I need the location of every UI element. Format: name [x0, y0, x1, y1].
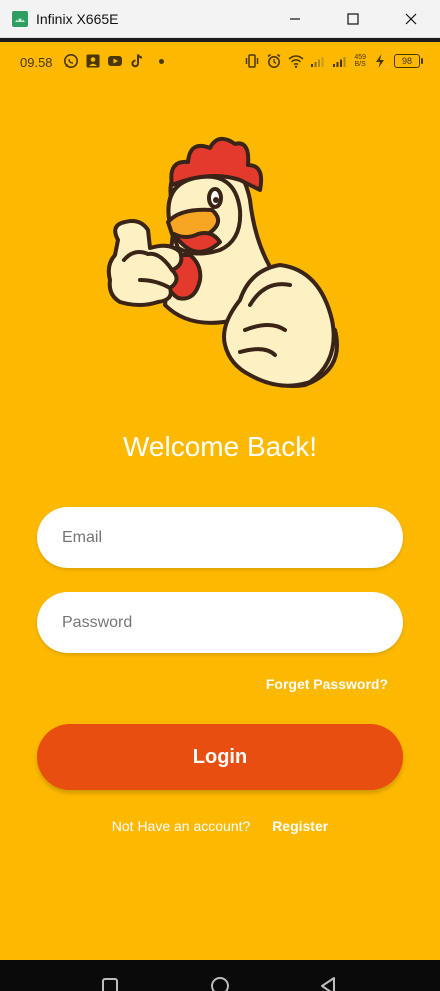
chicken-mascot-image	[106, 136, 339, 388]
maximize-button[interactable]	[324, 0, 382, 38]
youtube-icon	[108, 56, 122, 66]
close-icon	[405, 13, 417, 25]
back-icon[interactable]	[318, 976, 338, 991]
navigation-bar	[0, 960, 440, 991]
status-time: 09.58	[20, 55, 53, 70]
forget-password-link[interactable]: Forget Password?	[266, 676, 388, 692]
register-prompt: Not Have an account? Register	[0, 818, 440, 834]
minimize-icon	[290, 18, 300, 20]
welcome-heading: Welcome Back!	[123, 431, 317, 462]
minimize-button[interactable]	[266, 0, 324, 38]
login-button[interactable]: Login	[37, 724, 403, 790]
wifi-icon	[288, 55, 304, 68]
network-speed-value: 459	[354, 54, 366, 61]
phone-screen: 09.58 459 B/S 98 Welcome Back! Email Pas…	[0, 38, 440, 991]
more-notifications-dot	[159, 58, 164, 64]
password-field[interactable]: Password	[37, 592, 403, 653]
whatsapp-icon	[64, 54, 78, 68]
recent-apps-icon[interactable]	[100, 976, 120, 991]
status-bar: 09.58 459 B/S 98	[0, 50, 440, 76]
signal-weak-icon	[311, 57, 324, 67]
no-account-text: Not Have an account?	[111, 818, 251, 834]
signal-icon	[333, 57, 346, 67]
email-field[interactable]: Email	[37, 507, 403, 568]
network-speed-unit: B/S	[354, 61, 366, 68]
maximize-icon	[347, 13, 359, 25]
screen-top-edge	[0, 38, 440, 42]
login-button-label: Login	[192, 745, 248, 768]
window-titlebar: Infinix X665E	[0, 0, 440, 38]
charging-icon	[376, 54, 384, 68]
window-title: Infinix X665E	[36, 10, 119, 27]
battery-indicator: 98	[394, 54, 423, 68]
close-button[interactable]	[382, 0, 440, 38]
home-icon[interactable]	[210, 976, 230, 991]
android-app-icon	[12, 10, 28, 27]
vibrate-icon	[246, 54, 259, 68]
network-speed: 459 B/S	[354, 54, 366, 68]
password-placeholder: Password	[62, 613, 133, 631]
tiktok-icon	[131, 54, 143, 68]
email-placeholder: Email	[62, 528, 103, 546]
contact-card-icon	[86, 54, 100, 68]
register-link[interactable]: Register	[272, 818, 328, 834]
alarm-icon	[267, 53, 281, 68]
